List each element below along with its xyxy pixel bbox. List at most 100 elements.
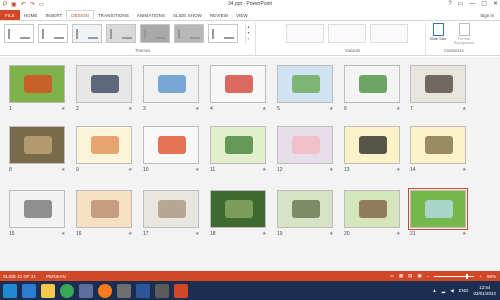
slide-thumbnail[interactable]: [76, 190, 132, 228]
slide-thumbnail[interactable]: [344, 126, 400, 164]
slide-transition-icon[interactable]: ★: [329, 231, 333, 237]
word-icon[interactable]: [135, 283, 150, 298]
tab-transitions[interactable]: TRANSITIONS: [94, 10, 133, 20]
themes-gallery-scroll[interactable]: ▴ ▾ ▿: [245, 24, 251, 43]
slide-number: 14: [410, 167, 416, 173]
slide-thumbnail[interactable]: [277, 126, 333, 164]
slide-transition-icon[interactable]: ★: [262, 231, 266, 237]
slide-number: 20: [344, 231, 350, 237]
minimize-button[interactable]: —: [469, 0, 475, 9]
tab-animations[interactable]: ANIMATIONS: [133, 10, 169, 20]
slide-transition-icon[interactable]: ★: [396, 167, 400, 173]
zoom-slider[interactable]: [434, 273, 475, 279]
tab-file[interactable]: FILE: [0, 10, 20, 20]
maximize-button[interactable]: ▢: [481, 0, 487, 9]
tab-insert[interactable]: INSERT: [41, 10, 66, 20]
slide-transition-icon[interactable]: ★: [195, 231, 199, 237]
slide-thumbnail[interactable]: [277, 65, 333, 103]
theme-thumbnail[interactable]: [106, 24, 136, 43]
slide-transition-icon[interactable]: ★: [396, 106, 400, 112]
slide-thumbnail[interactable]: [9, 126, 65, 164]
slide-content-shape: [359, 200, 387, 218]
slide-transition-icon[interactable]: ★: [462, 167, 466, 173]
slide-thumbnail[interactable]: [410, 65, 466, 103]
tab-home[interactable]: HOME: [20, 10, 42, 20]
slide-transition-icon[interactable]: ★: [195, 106, 199, 112]
slide-transition-icon[interactable]: ★: [61, 167, 65, 173]
explorer-icon[interactable]: [40, 283, 55, 298]
slide-transition-icon[interactable]: ★: [262, 167, 266, 173]
slide-thumbnail[interactable]: [210, 65, 266, 103]
theme-thumbnail[interactable]: [140, 24, 170, 43]
settings-icon[interactable]: [154, 283, 169, 298]
media-icon[interactable]: [78, 283, 93, 298]
slide-transition-icon[interactable]: ★: [61, 231, 65, 237]
tab-slide-show[interactable]: SLIDE SHOW: [169, 10, 206, 20]
slide-thumbnail[interactable]: [143, 126, 199, 164]
slideshow-view-icon[interactable]: ▣: [417, 273, 421, 279]
slide-size-button[interactable]: Slide Size: [428, 23, 448, 41]
close-button[interactable]: ✕: [493, 0, 498, 9]
theme-thumbnail[interactable]: [4, 24, 34, 43]
variant-thumbnail[interactable]: [370, 24, 408, 43]
tray-up-icon[interactable]: ▲: [432, 288, 436, 293]
zoom-out-icon[interactable]: −: [427, 274, 430, 279]
slide-thumbnail[interactable]: [143, 190, 199, 228]
slide-transition-icon[interactable]: ★: [195, 167, 199, 173]
ribbon-options-icon[interactable]: ▭: [458, 0, 464, 9]
zoom-in-icon[interactable]: +: [479, 274, 482, 279]
sign-in-link[interactable]: Sign in: [480, 10, 500, 20]
powerpoint-icon[interactable]: [173, 283, 188, 298]
chrome-icon[interactable]: [59, 283, 74, 298]
clock[interactable]: 13:54 03/01/2022: [473, 285, 496, 296]
help-icon[interactable]: ?: [448, 0, 451, 9]
theme-thumbnail[interactable]: [38, 24, 68, 43]
slide-transition-icon[interactable]: ★: [128, 106, 132, 112]
theme-thumbnail[interactable]: [174, 24, 204, 43]
variant-thumbnail[interactable]: [328, 24, 366, 43]
slide-thumbnail[interactable]: [76, 65, 132, 103]
tab-view[interactable]: VIEW: [232, 10, 252, 20]
language-indicator[interactable]: ENG: [459, 288, 469, 293]
slide-transition-icon[interactable]: ★: [128, 231, 132, 237]
zoom-slider-knob[interactable]: [466, 273, 469, 279]
theme-thumbnail[interactable]: [72, 24, 102, 43]
reading-view-icon[interactable]: ▤: [408, 273, 412, 279]
volume-icon[interactable]: ◀: [450, 288, 453, 294]
tab-review[interactable]: REVIEW: [206, 10, 232, 20]
variant-thumbnail[interactable]: [286, 24, 324, 43]
tab-design[interactable]: DESIGN: [66, 10, 94, 20]
slide-thumbnail[interactable]: [143, 65, 199, 103]
slide-transition-icon[interactable]: ★: [329, 106, 333, 112]
slide-content-shape: [24, 136, 52, 154]
slide-thumbnail[interactable]: [408, 188, 468, 230]
slide-transition-icon[interactable]: ★: [128, 167, 132, 173]
vertical-scrollbar[interactable]: [494, 57, 500, 271]
slide-thumbnail[interactable]: [9, 65, 65, 103]
zoom-level[interactable]: 66%: [487, 274, 496, 279]
slide-thumbnail[interactable]: [277, 190, 333, 228]
slide-thumbnail[interactable]: [210, 190, 266, 228]
slide-thumbnail[interactable]: [344, 65, 400, 103]
app-icon[interactable]: [116, 283, 131, 298]
slide-thumbnail[interactable]: [9, 190, 65, 228]
format-background-button[interactable]: Format Background: [450, 23, 478, 45]
slide-transition-icon[interactable]: ★: [462, 106, 466, 112]
slide-thumbnail[interactable]: [410, 126, 466, 164]
network-icon[interactable]: ▂: [442, 288, 445, 294]
firefox-icon[interactable]: [97, 283, 112, 298]
slide-thumbnail[interactable]: [76, 126, 132, 164]
slide-transition-icon[interactable]: ★: [396, 231, 400, 237]
ie-icon[interactable]: [21, 283, 36, 298]
language-indicator[interactable]: PERSIAN: [46, 274, 66, 279]
slide-thumbnail[interactable]: [344, 190, 400, 228]
sorter-view-icon[interactable]: ▦: [399, 273, 403, 279]
slide-transition-icon[interactable]: ★: [61, 106, 65, 112]
theme-thumbnail[interactable]: [208, 24, 238, 43]
normal-view-icon[interactable]: ▭: [390, 273, 394, 279]
slide-transition-icon[interactable]: ★: [262, 106, 266, 112]
slide-thumbnail[interactable]: [210, 126, 266, 164]
slide-transition-icon[interactable]: ★: [462, 231, 466, 237]
slide-transition-icon[interactable]: ★: [329, 167, 333, 173]
windows-start-icon[interactable]: [2, 283, 17, 298]
